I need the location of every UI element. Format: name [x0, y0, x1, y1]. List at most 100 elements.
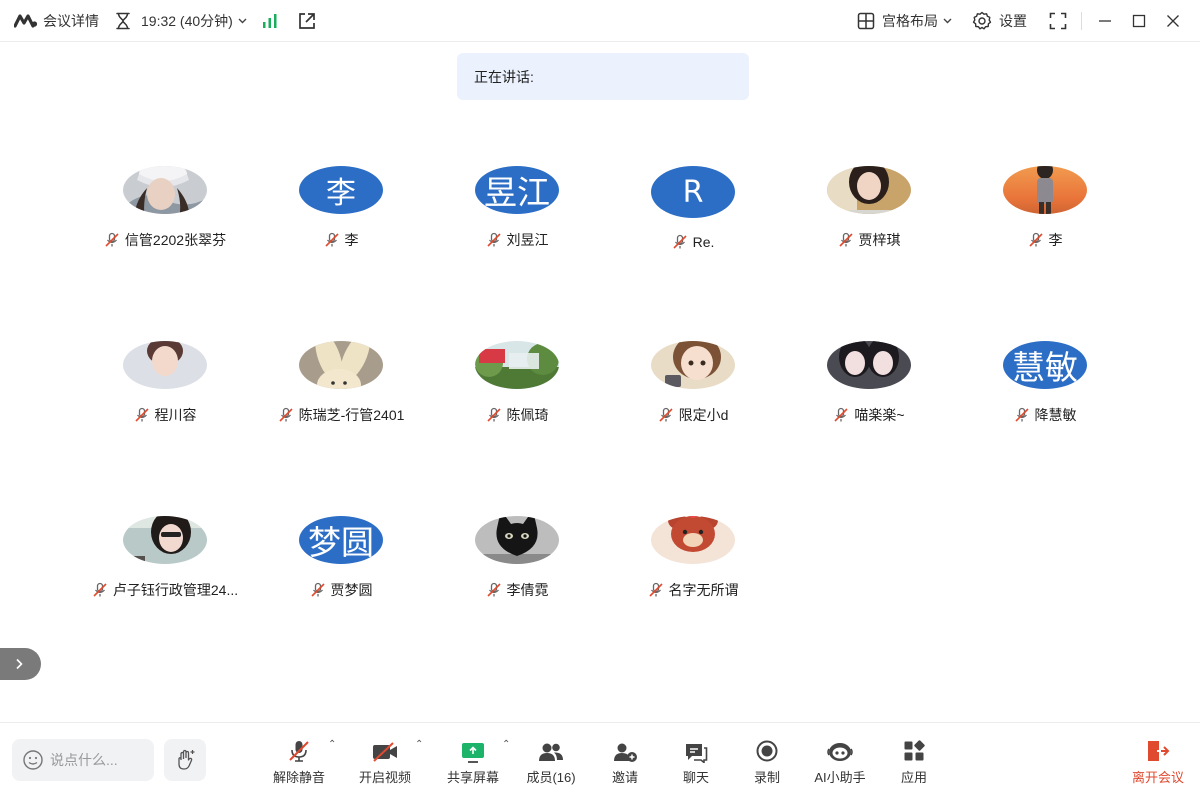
meeting-time-button[interactable]: 19:32 (40分钟) [115, 11, 247, 31]
minimize-button[interactable] [1098, 14, 1112, 28]
quick-chat-input[interactable] [50, 752, 150, 768]
expand-panel-button[interactable] [0, 648, 41, 680]
record-icon [756, 740, 778, 762]
mic-muted-icon [486, 232, 501, 247]
mic-muted-icon [673, 234, 687, 249]
apps-label: 应用 [900, 770, 927, 785]
participant-tile[interactable]: 慧敏 降慧敏 [957, 341, 1133, 425]
start-video-label: 开启视频 [358, 770, 411, 785]
participant-tile[interactable]: 李 李 [253, 166, 429, 250]
grid-layout-icon [857, 12, 875, 29]
mic-muted-icon [834, 407, 848, 422]
participant-name-row: 刘昱江 [486, 230, 549, 250]
participant-name-row: 限定小d [658, 405, 728, 425]
meeting-toolbar: 解除静音 ⌃ 开启视频 ⌃ 共享屏幕 ⌃ [0, 722, 1200, 791]
maximize-button[interactable] [1132, 14, 1146, 28]
quick-chat-box[interactable] [12, 739, 154, 781]
layout-button[interactable]: 宫格布局 [857, 11, 952, 31]
close-button[interactable] [1166, 14, 1180, 28]
ai-assistant-button[interactable]: AI小助手 [800, 737, 880, 786]
share-options-caret[interactable]: ⌃ [502, 739, 510, 750]
avatar: 昱江 [475, 166, 559, 214]
close-icon [1167, 14, 1179, 27]
participant-tile[interactable]: 限定小d [605, 341, 781, 425]
leave-meeting-label: 离开会议 [1131, 770, 1184, 785]
participant-tile[interactable]: 贾梓琪 [781, 166, 957, 250]
mic-muted-icon [486, 582, 501, 597]
mic-muted-icon [279, 407, 293, 422]
participant-tile[interactable]: 陈佩琦 [429, 341, 605, 425]
participant-name-row: 陈佩琦 [486, 405, 549, 425]
avatar-photo-boy-icon [123, 341, 207, 389]
apps-button[interactable]: 应用 [874, 737, 954, 786]
share-screen-label: 共享屏幕 [446, 770, 499, 785]
invite-user-icon [614, 743, 637, 762]
leave-meeting-button[interactable]: 离开会议 [1118, 737, 1198, 786]
mic-off-icon [289, 741, 309, 762]
mic-muted-icon [1028, 232, 1043, 247]
avatar: 梦圆 [299, 516, 383, 564]
participant-tile[interactable]: 程川容 [77, 341, 253, 425]
invite-button[interactable]: 邀请 [585, 737, 665, 786]
participant-tile[interactable]: 喵楽楽~ [781, 341, 957, 425]
invite-label: 邀请 [611, 770, 638, 785]
participant-tile[interactable]: R Re. [605, 166, 781, 250]
fullscreen-button[interactable] [1049, 12, 1067, 30]
participant-tile[interactable]: 信管2202张翠芬 [77, 166, 253, 250]
avatar [651, 341, 735, 389]
share-screen-button[interactable]: 共享屏幕 [433, 737, 513, 786]
participant-name: 卢子钰行政管理24... [112, 582, 239, 598]
mic-muted-icon [93, 582, 107, 597]
ai-assistant-icon [827, 743, 853, 761]
participant-tile[interactable]: 梦圆 贾梦圆 [253, 516, 429, 600]
raise-hand-button[interactable] [164, 739, 206, 781]
chat-button[interactable]: 聊天 [656, 737, 736, 786]
avatar-photo-duo-icon [827, 341, 911, 389]
raise-hand-icon [178, 749, 195, 770]
avatar [299, 341, 383, 389]
meeting-details-button[interactable]: 会议详情 [14, 11, 99, 31]
participant-name: 陈瑞芝-行管2401 [298, 407, 405, 423]
avatar [827, 166, 911, 214]
avatar-photo-bear-icon [651, 516, 735, 564]
avatar [123, 166, 207, 214]
settings-button[interactable]: 设置 [972, 11, 1027, 31]
mic-muted-icon [105, 232, 119, 247]
ai-assistant-label: AI小助手 [814, 770, 866, 785]
unmute-button[interactable]: 解除静音 [259, 737, 339, 786]
gear-icon [972, 11, 992, 29]
participant-name-row: 贾梓琪 [838, 230, 901, 250]
participant-tile[interactable]: 名字无所谓 [605, 516, 781, 600]
mic-muted-icon [134, 407, 149, 422]
participant-tile[interactable]: 昱江 刘昱江 [429, 166, 605, 250]
record-button[interactable]: 录制 [727, 737, 807, 786]
avatar-photo-cap-icon [123, 166, 207, 214]
avatar-photo-bunny-icon [299, 341, 383, 389]
video-off-icon [373, 742, 397, 762]
participant-tile[interactable]: 李 [957, 166, 1133, 250]
audio-options-caret[interactable]: ⌃ [328, 739, 336, 750]
participant-tile[interactable]: 李倩霓 [429, 516, 605, 600]
unmute-label: 解除静音 [272, 770, 325, 785]
share-screen-icon [462, 743, 484, 763]
fullscreen-icon [1049, 12, 1067, 29]
video-options-caret[interactable]: ⌃ [415, 739, 423, 750]
members-button[interactable]: 成员(16) [511, 737, 591, 786]
emoji-icon[interactable] [22, 749, 44, 771]
participant-name-row: 李 [324, 230, 359, 250]
popout-button[interactable] [297, 11, 317, 31]
avatar: 慧敏 [1003, 341, 1087, 389]
participant-tile[interactable]: 陈瑞芝-行管2401 [253, 341, 429, 425]
members-icon [539, 743, 563, 761]
avatar [123, 516, 207, 564]
mic-muted-icon [838, 232, 853, 247]
members-label: 成员(16) [526, 770, 576, 785]
participant-name-row: 李 [1028, 230, 1063, 250]
participant-tile[interactable]: 卢子钰行政管理24... [77, 516, 253, 600]
avatar [123, 341, 207, 389]
active-speaker-banner: 正在讲话: [457, 53, 749, 100]
mic-muted-icon [659, 407, 673, 422]
network-signal-button[interactable] [261, 13, 279, 29]
start-video-button[interactable]: 开启视频 [345, 737, 425, 786]
chat-label: 聊天 [682, 770, 709, 785]
